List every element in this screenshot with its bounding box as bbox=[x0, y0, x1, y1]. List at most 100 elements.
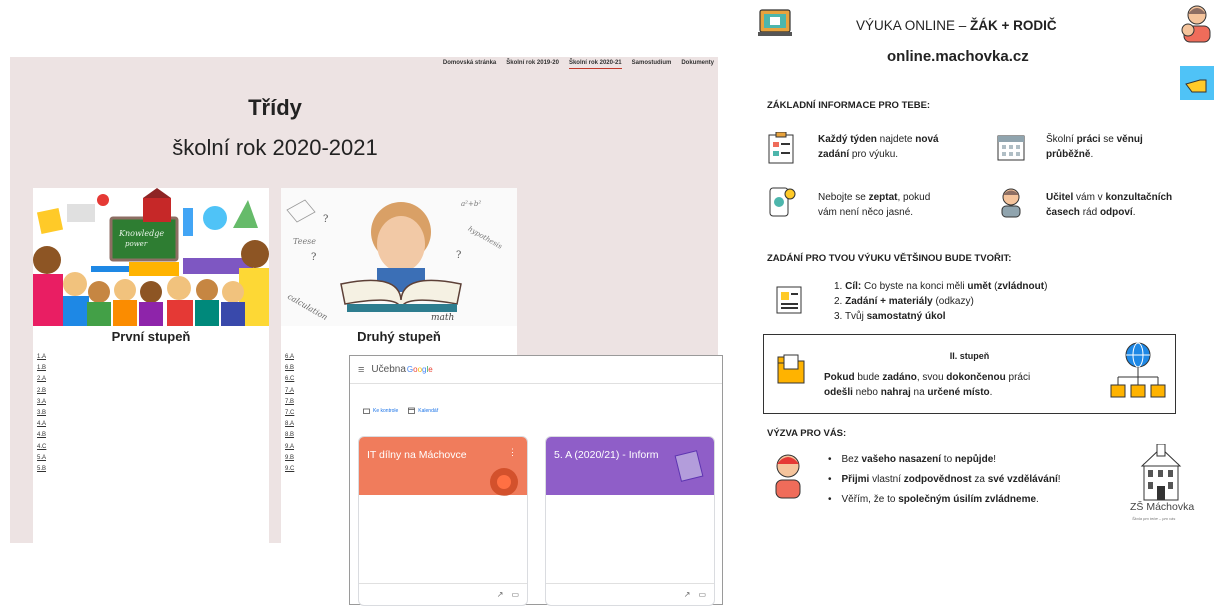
class-link[interactable]: 6.B bbox=[285, 363, 294, 374]
school-name: ZŠ Máchovka bbox=[1130, 501, 1195, 513]
sheet-title-plain: VÝUKA ONLINE – bbox=[856, 18, 971, 33]
info-work-continuously: Školní práci se věnuj průběžně. bbox=[1046, 134, 1143, 160]
nav-school-year-2019-20[interactable]: Školní rok 2019-20 bbox=[506, 60, 559, 69]
challenge-item: Věřím, že to společným úsilím zvládneme. bbox=[828, 490, 1061, 510]
section-basic-info: ZÁKLADNÍ INFORMACE PRO TEBE: bbox=[767, 100, 931, 111]
svg-text:math: math bbox=[431, 313, 454, 323]
classroom-app-name: Učebna bbox=[371, 364, 406, 375]
clipboard-icon bbox=[768, 132, 794, 164]
boy-reading-book-photo: Teese a²+b² hypothesis calculation ? ? ?… bbox=[281, 188, 517, 326]
class-card-banner: 5. A (2020/21) - Inform bbox=[546, 437, 714, 495]
class-link[interactable]: 8.A bbox=[285, 419, 294, 430]
class-link[interactable]: 3.A bbox=[37, 397, 46, 408]
laptop-icon bbox=[758, 9, 792, 36]
class-link[interactable]: 3.B bbox=[37, 408, 46, 419]
class-link[interactable]: 7.A bbox=[285, 386, 294, 397]
class-card-it-workshops[interactable]: IT dílny na Máchovce ⋮ ↗ ▭ bbox=[358, 436, 528, 606]
svg-text:power: power bbox=[125, 240, 148, 248]
online-learning-info-sheet: VÝUKA ONLINE – ŽÁK + RODIČ online.machov… bbox=[740, 0, 1215, 605]
class-list-first: 1.A 1.B 2.A 2.B 3.A 3.B 4.A 4.B 4.C 5.A … bbox=[37, 352, 46, 475]
calendar-label: Kalendář bbox=[418, 407, 439, 414]
info-ask-questions: Nebojte se zeptat, pokud vám není něco j… bbox=[818, 192, 931, 218]
site-nav: Domovská stránka Školní rok 2019-20 Škol… bbox=[443, 60, 714, 69]
calendar-icon bbox=[997, 135, 1025, 161]
grade-heading-first: První stupeň bbox=[111, 329, 191, 344]
sheet-title-bold: ŽÁK + RODIČ bbox=[970, 18, 1057, 33]
nav-home[interactable]: Domovská stránka bbox=[443, 60, 496, 69]
svg-text:?: ? bbox=[323, 214, 328, 225]
trending-icon[interactable]: ↗ bbox=[684, 590, 691, 599]
class-link[interactable]: 5.A bbox=[37, 453, 46, 464]
school-motto: Škola pro tebe – pro vás bbox=[1132, 516, 1176, 521]
class-link[interactable]: 6.A bbox=[285, 352, 294, 363]
class-link[interactable]: 9.A bbox=[285, 442, 294, 453]
student-icon bbox=[775, 454, 801, 499]
challenge-item: Bez vašeho nasazení to nepůjde! bbox=[828, 450, 1061, 470]
sheet-url: online.machovka.cz bbox=[887, 48, 1029, 65]
class-link[interactable]: 9.C bbox=[285, 464, 294, 475]
class-link[interactable]: 1.A bbox=[37, 352, 46, 363]
trending-icon[interactable]: ↗ bbox=[497, 590, 504, 599]
school-building-logo bbox=[1140, 444, 1182, 501]
folder-icon[interactable]: ▭ bbox=[511, 590, 519, 599]
page-title: Třídy bbox=[248, 95, 302, 120]
class-card-title: 5. A (2020/21) - Inform bbox=[554, 449, 659, 461]
calendar-icon bbox=[408, 407, 416, 414]
network-globe-icon bbox=[1110, 342, 1166, 398]
class-link[interactable]: 4.C bbox=[37, 442, 46, 453]
class-link[interactable]: 7.B bbox=[285, 397, 294, 408]
calendar-link[interactable]: Kalendář bbox=[408, 407, 438, 414]
classroom-shortcuts: Ke kontrole Kalendář bbox=[363, 407, 438, 414]
class-card-banner: IT dílny na Máchovce ⋮ bbox=[359, 437, 527, 496]
more-options-icon[interactable]: ⋮ bbox=[508, 447, 517, 458]
class-link[interactable]: 1.B bbox=[37, 363, 46, 374]
hamburger-menu-icon[interactable]: ≡ bbox=[358, 364, 364, 376]
info-teacher-answers: Učitel vám v konzultačních časech rád od… bbox=[1046, 192, 1173, 218]
class-card-footer: ↗ ▭ bbox=[546, 583, 714, 605]
class-card-5a-informatics[interactable]: 5. A (2020/21) - Inform ↗ ▭ bbox=[545, 436, 715, 606]
class-card-title: IT dílny na Máchovce bbox=[367, 449, 467, 461]
classroom-header: ≡ Učebna Google bbox=[350, 356, 722, 384]
class-link[interactable]: 2.B bbox=[37, 386, 46, 397]
page-subtitle: školní rok 2020-2021 bbox=[172, 135, 378, 160]
svg-text:Teese: Teese bbox=[293, 237, 316, 246]
folder-icon[interactable]: ▭ bbox=[698, 590, 706, 599]
grade-card-first: Knowledge power První stupeň 1.A 1.B 2.A… bbox=[33, 188, 269, 543]
svg-text:Knowledge: Knowledge bbox=[118, 229, 164, 238]
book-illustration bbox=[674, 450, 704, 482]
second-grade-instructions-box: II. stupeň Pokud bude zadáno, svou dokon… bbox=[763, 334, 1176, 414]
grade-heading-second: Druhý stupeň bbox=[357, 329, 441, 344]
class-link[interactable]: 8.B bbox=[285, 430, 294, 441]
svg-text:?: ? bbox=[311, 252, 316, 263]
pointing-hand-icon bbox=[1180, 66, 1214, 100]
task-item-materials: 2. Zadání + materiály (odkazy) bbox=[834, 296, 974, 307]
class-link[interactable]: 6.C bbox=[285, 374, 294, 385]
class-link[interactable]: 9.B bbox=[285, 453, 294, 464]
class-link[interactable]: 4.A bbox=[37, 419, 46, 430]
to-review-label: Ke kontrole bbox=[373, 407, 399, 414]
section-tasks: ZADÁNÍ PRO TVOU VÝUKU VĚTŠINOU BUDE TVOŘ… bbox=[767, 253, 1012, 264]
info-weekly-tasks: Každý týden najdete nová zadání pro výuk… bbox=[818, 134, 939, 160]
to-review-link[interactable]: Ke kontrole bbox=[363, 407, 398, 414]
google-classroom-window: ≡ Učebna Google Ke kontrole Kalendář IT … bbox=[349, 355, 723, 606]
sheet-title: VÝUKA ONLINE – ŽÁK + RODIČ bbox=[856, 18, 1057, 33]
nav-school-year-2020-21[interactable]: Školní rok 2020-21 bbox=[568, 60, 622, 69]
phone-chat-icon bbox=[769, 187, 796, 217]
nav-self-study[interactable]: Samostudium bbox=[632, 60, 672, 69]
nav-documents[interactable]: Dokumenty bbox=[681, 60, 714, 69]
document-icon bbox=[776, 286, 802, 314]
folder-icon bbox=[363, 408, 370, 414]
challenge-bullet-list: Bez vašeho nasazení to nepůjde! Přijmi v… bbox=[828, 450, 1061, 510]
class-link[interactable]: 5.B bbox=[37, 464, 46, 475]
second-grade-instructions: Pokud bude zadáno, svou dokončenou práci… bbox=[824, 372, 1031, 398]
class-link[interactable]: 4.B bbox=[37, 430, 46, 441]
class-list-second: 6.A 6.B 6.C 7.A 7.B 7.C 8.A 8.B 9.A 9.B … bbox=[285, 352, 294, 475]
class-link[interactable]: 7.C bbox=[285, 408, 294, 419]
svg-text:a²+b²: a²+b² bbox=[461, 200, 481, 208]
class-link[interactable]: 2.A bbox=[37, 374, 46, 385]
svg-text:?: ? bbox=[456, 250, 461, 261]
kids-school-illustration: Knowledge power bbox=[33, 188, 269, 326]
google-logo: Google bbox=[406, 365, 433, 374]
task-structure-list: 1. Cíl: Co byste na konci měli umět (zvl… bbox=[834, 279, 1047, 324]
challenge-item: Přijmi vlastní zodpovědnost za své vzděl… bbox=[828, 470, 1061, 490]
